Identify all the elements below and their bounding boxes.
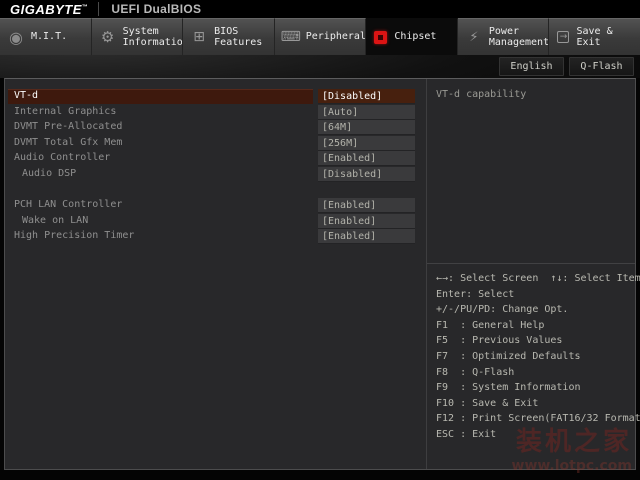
help-key-line: F5 : Previous Values	[436, 333, 633, 349]
tab-bar: M.I.T. System Information BIOS Features Per…	[0, 18, 640, 55]
help-key-line: Enter: Select	[436, 287, 633, 303]
help-key-line: F12 : Print Screen(FAT16/32 Format Only)	[436, 411, 633, 427]
bios-main-panel: VT-d[Disabled]Internal Graphics[Auto]DVM…	[4, 78, 636, 470]
settings-list: VT-d[Disabled]Internal Graphics[Auto]DVM…	[5, 79, 426, 469]
setting-value[interactable]: [Enabled]	[318, 198, 415, 213]
tab-peripherals[interactable]: Peripherals	[275, 18, 367, 55]
help-key-line: F7 : Optimized Defaults	[436, 349, 633, 365]
tab-label: M.I.T.	[31, 31, 67, 43]
help-key-line: F1 : General Help	[436, 318, 633, 334]
tab-label: Chipset	[394, 31, 436, 43]
tab-power-management[interactable]: Power Management	[458, 18, 550, 55]
peripherals-icon	[283, 29, 299, 45]
tab-label: BIOS Features	[214, 26, 274, 49]
help-key-line: ESC : Exit	[436, 427, 633, 443]
item-help-text: VT-d capability	[427, 79, 635, 100]
setting-label: Audio Controller	[14, 152, 110, 163]
help-panel: VT-d capability ←→: Select Screen ↑↓: Se…	[427, 79, 635, 469]
help-key-line: F10 : Save & Exit	[436, 396, 633, 412]
tab-chipset[interactable]: Chipset	[366, 18, 458, 55]
help-key-line: ←→: Select Screen ↑↓: Select Item	[436, 271, 633, 287]
setting-label: Audio DSP	[22, 168, 76, 179]
setting-row-audio-controller[interactable]: Audio Controller [Enabled]	[5, 151, 426, 167]
trademark-symbol: ™	[82, 4, 89, 10]
setting-row-pch-lan-controller[interactable]: PCH LAN Controller [Enabled]	[5, 198, 426, 214]
setting-row-audio-dsp[interactable]: Audio DSP [Disabled]	[5, 167, 426, 183]
title-bar: GIGABYTE™ UEFI DualBIOS	[0, 0, 640, 18]
q-flash-button[interactable]: Q-Flash	[569, 57, 634, 76]
bios-icon	[191, 29, 207, 45]
setting-row-dvmt-pre-allocated[interactable]: DVMT Pre-Allocated [64M]	[5, 120, 426, 136]
tab-label: System Information	[123, 26, 184, 49]
setting-row-dvmt-total-gfx-mem[interactable]: DVMT Total Gfx Mem [256M]	[5, 136, 426, 152]
tab-label: Peripherals	[306, 31, 367, 43]
gear-icon	[100, 29, 116, 45]
setting-label: DVMT Pre-Allocated	[14, 121, 122, 132]
setting-value[interactable]: [Enabled]	[318, 214, 415, 229]
spacer-row	[5, 183, 426, 199]
dial-icon	[8, 29, 24, 45]
tab-bios-features[interactable]: BIOS Features	[183, 18, 275, 55]
tab-m-i-t[interactable]: M.I.T.	[0, 18, 92, 55]
key-legend: ←→: Select Screen ↑↓: Select ItemEnter: …	[436, 271, 633, 443]
help-divider	[427, 263, 635, 264]
tab-label: Save & Exit	[576, 26, 638, 49]
help-key-line: +/-/PU/PD: Change Opt.	[436, 302, 633, 318]
bios-product-name: UEFI DualBIOS	[99, 2, 201, 16]
help-key-line: F8 : Q-Flash	[436, 365, 633, 381]
english-button[interactable]: English	[499, 57, 564, 76]
setting-value[interactable]: [Enabled]	[318, 229, 415, 244]
setting-row-high-precision-timer[interactable]: High Precision Timer [Enabled]	[5, 229, 426, 245]
tab-system-information[interactable]: System Information	[92, 18, 184, 55]
power-icon	[466, 29, 482, 45]
setting-label: VT-d	[14, 90, 38, 101]
setting-value[interactable]: [Auto]	[318, 105, 415, 120]
setting-label: PCH LAN Controller	[14, 199, 122, 210]
setting-row-wake-on-lan[interactable]: Wake on LAN [Enabled]	[5, 214, 426, 230]
setting-label: Internal Graphics	[14, 106, 116, 117]
setting-value[interactable]: [Disabled]	[318, 167, 415, 182]
setting-value[interactable]: [Enabled]	[318, 151, 415, 166]
toolbar-strip: English Q-Flash	[0, 55, 640, 78]
setting-row-internal-graphics[interactable]: Internal Graphics [Auto]	[5, 105, 426, 121]
chipset-icon	[374, 31, 387, 44]
tab-save-exit[interactable]: → Save & Exit	[549, 18, 640, 55]
gigabyte-logo: GIGABYTE™	[0, 2, 98, 17]
setting-label: Wake on LAN	[22, 215, 88, 226]
setting-label: High Precision Timer	[14, 230, 134, 241]
setting-value[interactable]: [64M]	[318, 120, 415, 135]
setting-value[interactable]: [Disabled]	[318, 89, 415, 104]
setting-value[interactable]: [256M]	[318, 136, 415, 151]
tab-label: Power Management	[489, 26, 549, 49]
help-key-line: F9 : System Information	[436, 380, 633, 396]
exit-icon: →	[557, 31, 569, 43]
setting-row-vt-d[interactable]: VT-d [Disabled]	[5, 89, 426, 105]
setting-label: DVMT Total Gfx Mem	[14, 137, 122, 148]
